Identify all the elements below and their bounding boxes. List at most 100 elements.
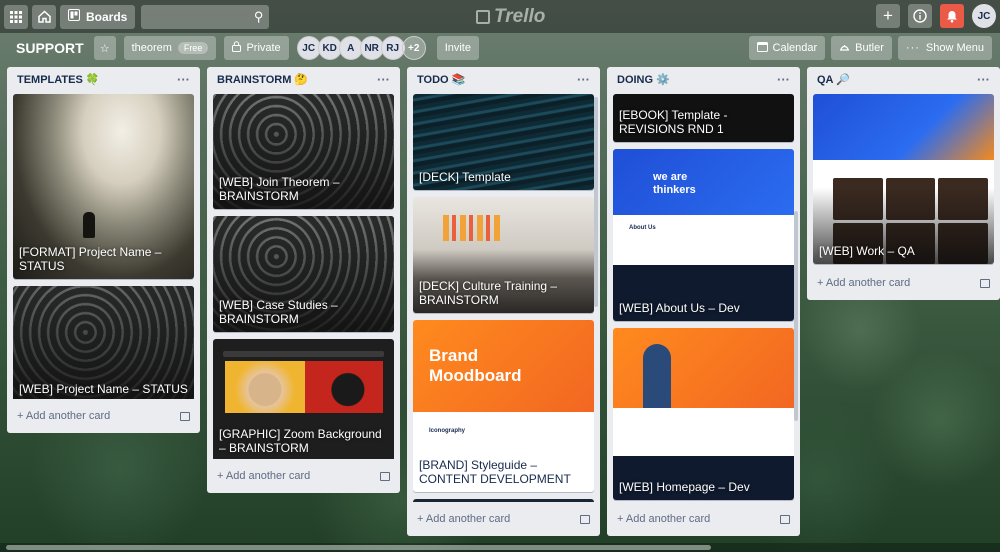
card[interactable]: [DECK] Template (413, 94, 594, 190)
card-cover-heading: we are thinkers (653, 171, 696, 196)
list-scrollbar[interactable] (794, 211, 798, 421)
list-doing: DOING ⚙️ ··· [EBOOK] Template - REVISION… (607, 67, 800, 536)
list-qa: QA 🔎 ··· [WEB] Work – QA + Add another c… (807, 67, 1000, 300)
card-cover-figure (83, 212, 95, 238)
card-template-icon[interactable] (180, 411, 190, 421)
card-title: [WEB] Work – QA (819, 244, 915, 258)
card[interactable]: [FORMAT] Project Name – STATUS (13, 94, 194, 279)
notification-bell-icon[interactable] (940, 4, 964, 28)
workspace-name: theorem (131, 42, 172, 54)
visibility-label: Private (246, 42, 281, 54)
add-card-button[interactable]: + Add another card (607, 502, 800, 536)
card-title: [BRAND] Styleguide – CONTENT DEVELOPMENT (419, 458, 571, 486)
card[interactable]: Brand Moodboard Iconography [BRAND] Styl… (413, 320, 594, 492)
card-template-icon[interactable] (780, 514, 790, 524)
card-cover-person (643, 344, 671, 408)
list-menu-icon[interactable]: ··· (177, 72, 190, 87)
card[interactable]: [GRAPHIC] Zoom Background – BRAINSTORM (213, 339, 394, 459)
card-title: [WEB] Case Studies – BRAINSTORM (219, 298, 338, 326)
board-header: SUPPORT ☆ theorem Free Private JC KD A N… (0, 33, 1000, 63)
lock-icon (232, 41, 242, 55)
card-template-icon[interactable] (580, 514, 590, 524)
add-card-button[interactable]: + Add another card (7, 399, 200, 433)
star-button[interactable]: ☆ (93, 36, 116, 60)
card-template-icon[interactable] (380, 471, 390, 481)
card-title: [EBOOK] Template - REVISIONS RND 1 (619, 108, 728, 136)
card[interactable]: [WEB] Project Name – STATUS (13, 286, 194, 399)
list-title[interactable]: DOING ⚙️ (617, 73, 670, 86)
board-title[interactable]: SUPPORT (16, 40, 84, 56)
board-horizontal-scrollbar[interactable] (0, 543, 1000, 552)
card[interactable]: [WEB] Join Theorem – BRAINSTORM (213, 94, 394, 209)
more-members-badge[interactable]: +2 (401, 36, 426, 60)
trello-logo[interactable]: Trello (476, 6, 545, 28)
top-navbar: Boards ⚲ Trello + JC (0, 0, 1000, 33)
card-title: [WEB] About Us – Dev (619, 301, 740, 315)
card-partial[interactable] (413, 499, 594, 502)
list-menu-icon[interactable]: ··· (777, 72, 790, 87)
add-card-button[interactable]: + Add another card (207, 459, 400, 493)
workspace-button[interactable]: theorem Free (123, 36, 217, 60)
trello-logo-icon (476, 10, 490, 24)
card-cover-subheading: About Us (629, 225, 656, 231)
card[interactable]: [EBOOK] Template - REVISIONS RND 1 (613, 94, 794, 142)
add-card-button[interactable]: + Add another card (407, 502, 600, 536)
card-title: [FORMAT] Project Name – STATUS (19, 245, 162, 273)
card-cover-image (613, 328, 794, 408)
search-input[interactable]: ⚲ (141, 4, 270, 29)
butler-button[interactable]: Butler (831, 36, 892, 60)
apps-grid-icon[interactable] (4, 4, 28, 29)
boards-button[interactable]: Boards (60, 4, 136, 29)
card[interactable]: [WEB] Work – QA (813, 94, 994, 264)
card-cover-sticky-notes (443, 215, 503, 241)
show-menu-button[interactable]: ··· Show Menu (897, 36, 992, 60)
home-icon[interactable] (32, 4, 56, 29)
card-cover-shade (813, 94, 994, 264)
card-cover-heading: Brand Moodboard (429, 346, 522, 385)
invite-button[interactable]: Invite (436, 36, 479, 60)
card-template-icon[interactable] (980, 278, 990, 288)
card-title: [DECK] Template (419, 170, 511, 184)
visibility-button[interactable]: Private (224, 36, 289, 60)
card[interactable]: [DECK] Culture Training – BRAINSTORM (413, 197, 594, 313)
list-title[interactable]: TODO 📚 (417, 73, 465, 86)
list-title[interactable]: BRAINSTORM 🤔 (217, 73, 308, 86)
add-card-button[interactable]: + Add another card (807, 266, 1000, 300)
list-menu-icon[interactable]: ··· (977, 72, 990, 87)
butler-icon (839, 42, 850, 55)
list-menu-icon[interactable]: ··· (577, 72, 590, 87)
list-brainstorm: BRAINSTORM 🤔 ··· [WEB] Join Theorem – BR… (207, 67, 400, 493)
list-title[interactable]: QA 🔎 (817, 73, 850, 86)
list-title[interactable]: TEMPLATES 🍀 (17, 73, 100, 86)
card-title: [WEB] Project Name – STATUS (19, 382, 188, 396)
add-plus-icon: + (617, 513, 626, 525)
card-cover-dog-photo (225, 361, 305, 413)
user-avatar[interactable]: JC (972, 4, 996, 28)
card-cover-window (223, 351, 384, 357)
card[interactable]: we are thinkers About Us [WEB] About Us … (613, 149, 794, 321)
list-scrollbar[interactable] (594, 97, 598, 307)
plan-badge: Free (177, 42, 209, 54)
card[interactable]: [WEB] Case Studies – BRAINSTORM (213, 216, 394, 332)
search-icon: ⚲ (253, 8, 264, 24)
calendar-button[interactable]: Calendar (748, 36, 826, 60)
card[interactable]: [WEB] Homepage – Dev (613, 328, 794, 500)
list-templates: TEMPLATES 🍀 ··· [FORMAT] Project Name – … (7, 67, 200, 433)
add-plus-icon: + (17, 410, 26, 422)
info-icon[interactable] (908, 4, 932, 28)
card-title: [WEB] Join Theorem – BRAINSTORM (219, 175, 340, 203)
board-icon (68, 9, 80, 24)
create-plus-button[interactable]: + (876, 4, 900, 28)
scrollbar-thumb[interactable] (6, 545, 711, 550)
more-dots-icon: ··· (905, 42, 920, 54)
add-plus-icon: + (817, 277, 826, 289)
calendar-icon (756, 41, 768, 55)
boards-label: Boards (86, 9, 128, 24)
list-menu-icon[interactable]: ··· (377, 72, 390, 87)
card-cover-pug-photo (305, 361, 383, 413)
list-todo: TODO 📚 ··· [DECK] Template [DECK] Cultur… (407, 67, 600, 536)
card-title: [GRAPHIC] Zoom Background – BRAINSTORM (219, 427, 382, 455)
board-members: JC KD A NR RJ +2 (296, 36, 426, 60)
card-cover-subheading: Iconography (429, 428, 466, 434)
star-icon: ☆ (99, 42, 110, 55)
